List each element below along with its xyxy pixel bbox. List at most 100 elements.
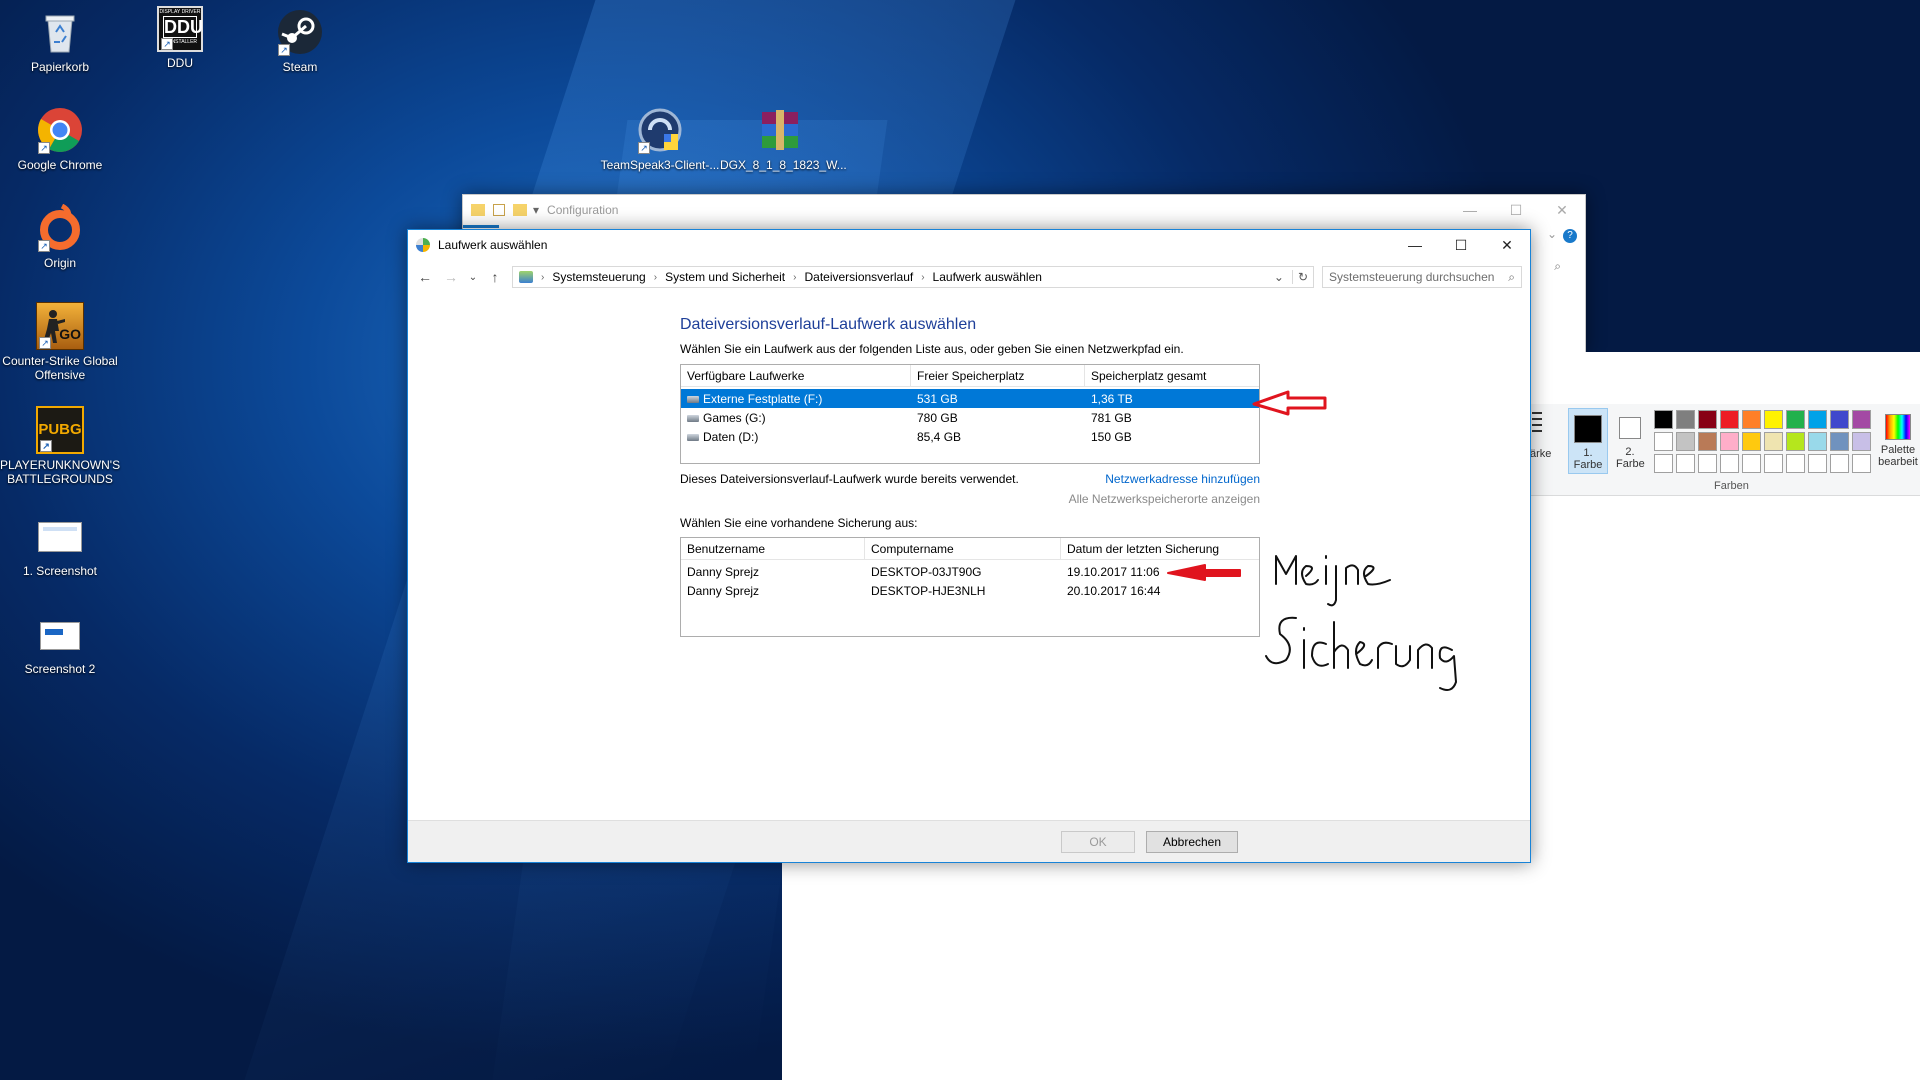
recent-locations-chevron-icon[interactable]: ⌄: [468, 272, 478, 283]
breadcrumb-item-dateiversionsverlauf[interactable]: Dateiversionsverlauf: [804, 270, 913, 284]
palette-color-swatch[interactable]: [1764, 410, 1783, 429]
breadcrumb-item-systemsteuerung[interactable]: Systemsteuerung: [552, 270, 645, 284]
search-input[interactable]: Systemsteuerung durchsuchen ⌕: [1322, 266, 1522, 288]
palette-color-swatch[interactable]: [1742, 410, 1761, 429]
palette-color-swatch[interactable]: [1676, 454, 1695, 473]
desktop-icon-chrome[interactable]: ↗ Google Chrome: [0, 106, 120, 172]
desktop-icon-screenshot-1[interactable]: 1. Screenshot: [0, 512, 120, 578]
breadcrumb-separator-icon[interactable]: ›: [789, 272, 800, 283]
color2-button[interactable]: 2. Farbe: [1610, 408, 1650, 474]
breadcrumb-separator-icon[interactable]: ›: [917, 272, 928, 283]
add-network-address-link[interactable]: Netzwerkadresse hinzufügen: [1105, 472, 1260, 486]
palette-color-swatch[interactable]: [1830, 454, 1849, 473]
backup-row[interactable]: Danny Sprejz DESKTOP-03JT90G 19.10.2017 …: [681, 562, 1259, 581]
breadcrumb-item-laufwerk-auswaehlen[interactable]: Laufwerk auswählen: [933, 270, 1042, 284]
palette-color-swatch[interactable]: [1698, 432, 1717, 451]
column-header-computer-name[interactable]: Computername: [865, 538, 1061, 559]
palette-color-swatch[interactable]: [1808, 432, 1827, 451]
hard-drive-icon: [687, 433, 699, 441]
palette-color-swatch[interactable]: [1742, 454, 1761, 473]
teamspeak-icon: ↗: [636, 106, 684, 154]
properties-icon[interactable]: [493, 204, 505, 216]
desktop-icon-recycle-bin[interactable]: Papierkorb: [0, 8, 120, 74]
palette-color-swatch[interactable]: [1764, 454, 1783, 473]
desktop-icon-pubg[interactable]: PUBG ↗ PLAYERUNKNOWN'S BATTLEGROUNDS: [0, 406, 120, 486]
column-header-total-space[interactable]: Speicherplatz gesamt: [1085, 365, 1259, 386]
column-header-last-backup[interactable]: Datum der letzten Sicherung: [1061, 538, 1259, 559]
desktop-icon-ddu[interactable]: DISPLAY DRIVER DDU UNINSTALLER ↗ DDU: [120, 6, 240, 70]
palette-color-swatch[interactable]: [1852, 454, 1871, 473]
address-bar-row: ← → ⌄ ↑ › Systemsteuerung › System und S…: [408, 260, 1530, 294]
dialog-titlebar[interactable]: Laufwerk auswählen — ☐ ✕: [408, 230, 1530, 260]
desktop-icon-csgo[interactable]: GO ↗ Counter-Strike Global Offensive: [0, 302, 120, 382]
explorer-window-title: Configuration: [547, 203, 619, 217]
address-dropdown-icon[interactable]: ⌄: [1270, 270, 1288, 284]
palette-color-swatch[interactable]: [1676, 432, 1695, 451]
palette-color-swatch[interactable]: [1698, 454, 1717, 473]
palette-color-swatch[interactable]: [1720, 454, 1739, 473]
explorer-titlebar[interactable]: ▾ Configuration — ☐ ✕: [463, 195, 1585, 225]
up-arrow-icon[interactable]: ↑: [486, 269, 504, 285]
breadcrumb-separator-icon[interactable]: ›: [650, 272, 661, 283]
show-network-locations-link[interactable]: Alle Netzwerkspeicherorte anzeigen: [1069, 492, 1260, 506]
color1-button[interactable]: 1. Farbe: [1568, 408, 1608, 474]
palette-color-swatch[interactable]: [1852, 432, 1871, 451]
palette-color-swatch[interactable]: [1742, 432, 1761, 451]
palette-color-swatch[interactable]: [1786, 454, 1805, 473]
breadcrumb[interactable]: › Systemsteuerung › System und Sicherhei…: [512, 266, 1314, 288]
palette-color-swatch[interactable]: [1830, 410, 1849, 429]
desktop-icon-steam[interactable]: ↗ Steam: [240, 8, 360, 74]
drives-list[interactable]: Verfügbare Laufwerke Freier Speicherplat…: [680, 364, 1260, 464]
minimize-button[interactable]: —: [1447, 195, 1493, 225]
new-folder-icon[interactable]: [513, 204, 527, 216]
column-header-username[interactable]: Benutzername: [681, 538, 865, 559]
size-icon[interactable]: [1532, 412, 1542, 434]
breadcrumb-separator-icon[interactable]: ›: [537, 272, 548, 283]
close-button[interactable]: ✕: [1539, 195, 1585, 225]
palette-color-swatch[interactable]: [1808, 454, 1827, 473]
backups-list[interactable]: Benutzername Computername Datum der letz…: [680, 537, 1260, 637]
dialog-caption-buttons: — ☐ ✕: [1392, 230, 1530, 260]
palette-color-swatch[interactable]: [1720, 432, 1739, 451]
desktop-icon-label: DDU: [167, 56, 193, 70]
desktop-icon-teamspeak[interactable]: ↗ TeamSpeak3-Client-...: [600, 106, 720, 172]
drive-row[interactable]: Games (G:) 780 GB 781 GB: [681, 408, 1259, 427]
palette-color-swatch[interactable]: [1654, 410, 1673, 429]
choose-drive-dialog[interactable]: Laufwerk auswählen — ☐ ✕ ← → ⌄ ↑ › Syste…: [407, 229, 1531, 863]
minimize-button[interactable]: —: [1392, 230, 1438, 260]
refresh-icon[interactable]: ↻: [1291, 270, 1313, 284]
search-icon[interactable]: ⌕: [1508, 270, 1515, 285]
ok-button[interactable]: OK: [1061, 831, 1135, 853]
drive-row[interactable]: Externe Festplatte (F:) 531 GB 1,36 TB: [681, 389, 1259, 408]
column-header-available-drives[interactable]: Verfügbare Laufwerke: [681, 365, 911, 386]
palette-color-swatch[interactable]: [1786, 410, 1805, 429]
back-arrow-icon[interactable]: ←: [416, 269, 434, 285]
palette-color-swatch[interactable]: [1698, 410, 1717, 429]
search-icon[interactable]: ⌕: [1554, 259, 1561, 274]
palette-color-swatch[interactable]: [1852, 410, 1871, 429]
breadcrumb-item-system-und-sicherheit[interactable]: System und Sicherheit: [665, 270, 785, 284]
desktop-icon-origin[interactable]: ↗ Origin: [0, 203, 120, 270]
forward-arrow-icon[interactable]: →: [442, 269, 460, 285]
help-icon[interactable]: ?: [1563, 229, 1577, 243]
ribbon-expand-icon[interactable]: ⌄: [1547, 227, 1557, 241]
column-header-free-space[interactable]: Freier Speicherplatz: [911, 365, 1085, 386]
close-button[interactable]: ✕: [1484, 230, 1530, 260]
desktop-icon-screenshot-2[interactable]: Screenshot 2: [0, 610, 120, 676]
palette-color-swatch[interactable]: [1676, 410, 1695, 429]
palette-color-swatch[interactable]: [1654, 454, 1673, 473]
edit-palette-button[interactable]: Palette bearbeit: [1876, 408, 1920, 474]
drive-row[interactable]: Daten (D:) 85,4 GB 150 GB: [681, 427, 1259, 446]
palette-color-swatch[interactable]: [1764, 432, 1783, 451]
quick-access-dropdown-icon[interactable]: ▾: [533, 203, 539, 217]
palette-color-swatch[interactable]: [1720, 410, 1739, 429]
palette-color-swatch[interactable]: [1808, 410, 1827, 429]
palette-color-swatch[interactable]: [1830, 432, 1849, 451]
maximize-button[interactable]: ☐: [1493, 195, 1539, 225]
palette-color-swatch[interactable]: [1786, 432, 1805, 451]
backup-row[interactable]: Danny Sprejz DESKTOP-HJE3NLH 20.10.2017 …: [681, 581, 1259, 600]
maximize-button[interactable]: ☐: [1438, 230, 1484, 260]
desktop-icon-winrar-archive[interactable]: DGX_8_1_8_1823_W...: [720, 106, 847, 172]
cancel-button[interactable]: Abbrechen: [1146, 831, 1238, 853]
palette-color-swatch[interactable]: [1654, 432, 1673, 451]
